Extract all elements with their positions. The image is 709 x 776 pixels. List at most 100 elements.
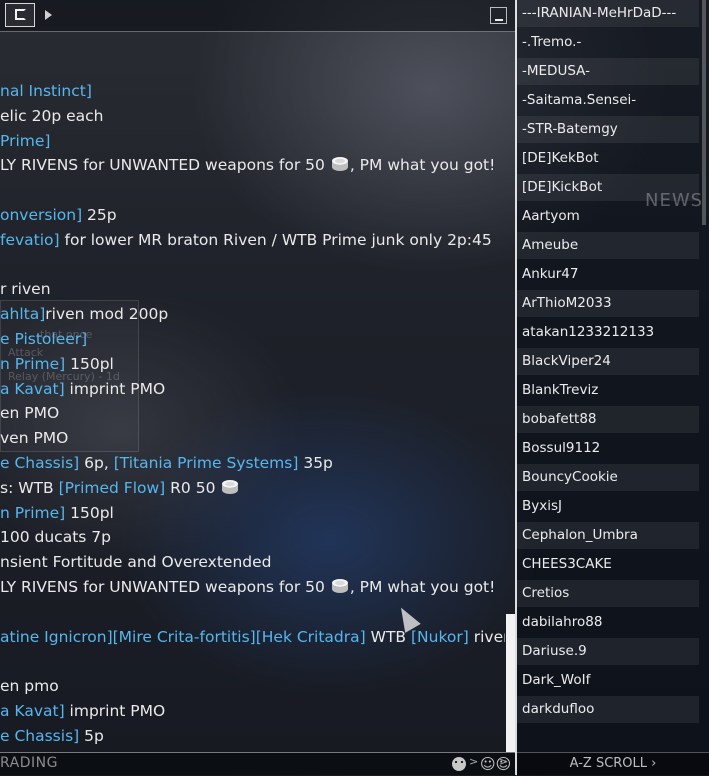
- user-list-item[interactable]: -.Tremo.-: [517, 29, 699, 56]
- minimize-button[interactable]: [490, 7, 507, 24]
- emoji-arrow-icon[interactable]: >: [469, 755, 478, 768]
- az-scroll-button[interactable]: A-Z SCROLL ›: [517, 752, 709, 776]
- user-list-item[interactable]: dabilahro88: [517, 609, 699, 636]
- user-list-item[interactable]: [DE]KickBot: [517, 174, 699, 201]
- user-list-item[interactable]: -Saitama.Sensei-: [517, 87, 699, 114]
- minimize-icon: [495, 19, 503, 21]
- message-text: imprint PMO: [64, 701, 166, 720]
- message-text: LY RIVENS for UNWANTED weapons for 50: [0, 577, 330, 596]
- message-text: en pmo: [0, 677, 59, 696]
- chat-message: LY RIVENS for UNWANTED weapons for 50 , …: [0, 575, 505, 600]
- chat-scrollbar[interactable]: [506, 614, 515, 752]
- pin-chat-button[interactable]: [5, 3, 35, 27]
- players-arrow-icon[interactable]: >: [499, 755, 508, 768]
- message-text: riven mod 200p: [45, 305, 169, 324]
- message-text: 25p: [82, 205, 117, 224]
- user-list-item[interactable]: bobafett88: [517, 406, 699, 433]
- item-link[interactable]: e Chassis]: [0, 727, 79, 745]
- user-list-panel: NEWS ---IRANIAN-MeHrDaD--- -.Tremo.- -MEDU…: [517, 0, 709, 776]
- item-link[interactable]: ahlta]: [0, 305, 45, 323]
- chat-message: [0, 178, 505, 203]
- chat-message: 100 ducats 7p: [0, 525, 505, 550]
- user-list-item[interactable]: darkdufloo: [517, 696, 699, 723]
- item-link[interactable]: [Nukor]: [411, 628, 469, 646]
- message-text: 150pl: [65, 503, 114, 522]
- chat-toolbar: [0, 0, 516, 32]
- user-list-item[interactable]: Ankur47: [517, 261, 699, 288]
- message-text: 5p: [79, 726, 104, 745]
- user-list-item[interactable]: ByxisJ: [517, 493, 699, 520]
- item-link[interactable]: e Pistoleer]: [0, 330, 87, 348]
- item-link[interactable]: n Prime]: [0, 355, 65, 373]
- user-list-item[interactable]: BouncyCookie: [517, 464, 699, 491]
- chat-message: atine Ignicron][Mire Crita-fortitis][Hek…: [0, 625, 505, 650]
- chat-message: onversion] 25p: [0, 203, 505, 228]
- user-list-item[interactable]: Cephalon_Umbra: [517, 522, 699, 549]
- message-text: , PM what you got!: [349, 156, 496, 175]
- item-link[interactable]: n Prime]: [0, 504, 65, 522]
- platinum-icon: [330, 577, 350, 595]
- user-list-item[interactable]: -STR-Batemgy: [517, 116, 699, 143]
- message-text: , PM what you got!: [349, 577, 496, 596]
- item-link[interactable]: [Primed Flow]: [59, 479, 166, 497]
- chat-message: e Chassis] 6p, [Titania Prime Systems] 3…: [0, 451, 505, 476]
- user-list-item[interactable]: Ameube: [517, 232, 699, 259]
- item-link[interactable]: onversion]: [0, 206, 82, 224]
- message-text: r riven: [0, 280, 51, 299]
- user-list-item[interactable]: [DE]KekBot: [517, 145, 699, 172]
- az-scroll-label: A-Z SCROLL: [569, 756, 648, 771]
- user-list-item[interactable]: atakan1233212133: [517, 319, 699, 346]
- user-list-item[interactable]: BlackViper24: [517, 348, 699, 375]
- chat-message: [0, 253, 505, 278]
- item-link[interactable]: a Kavat]: [0, 380, 65, 398]
- chat-message: LY RIVENS for UNWANTED weapons for 50 , …: [0, 153, 505, 178]
- user-list-scrollbar[interactable]: [702, 0, 706, 225]
- message-text: R0 50: [165, 478, 221, 497]
- chat-message: s: WTB [Primed Flow] R0 50: [0, 476, 505, 501]
- chat-message: Prime]: [0, 129, 505, 154]
- item-link[interactable]: a Kavat]: [0, 702, 65, 720]
- channel-tab-label[interactable]: RADING: [0, 755, 58, 771]
- message-text: elic 20p each: [0, 106, 104, 125]
- item-link[interactable]: Prime]: [0, 132, 50, 150]
- message-text: s: WTB: [0, 478, 59, 497]
- chat-message: nsient Fortitude and Overextended: [0, 550, 505, 575]
- message-text: 35p: [298, 453, 333, 472]
- pin-icon: [15, 9, 26, 20]
- chat-message: ven PMO: [0, 426, 505, 451]
- message-text: 6p,: [79, 453, 114, 472]
- emoji-icon[interactable]: [452, 757, 466, 771]
- user-list-item[interactable]: Dariuse.9: [517, 638, 699, 665]
- chat-message: en PMO: [0, 401, 505, 426]
- chat-message: e Pistoleer]: [0, 327, 505, 352]
- message-text: ven PMO: [0, 429, 69, 448]
- chat-message: en pmo: [0, 674, 505, 699]
- chat-message: a Kavat] imprint PMO: [0, 699, 505, 724]
- chat-message: n Prime] 150pl: [0, 352, 505, 377]
- item-link[interactable]: fevatio]: [0, 231, 60, 249]
- chat-message: fevatio] for lower MR braton Riven / WTB…: [0, 228, 505, 253]
- item-link[interactable]: atine Ignicron][Mire Crita-fortitis][Hek…: [0, 628, 366, 646]
- item-link[interactable]: nal Instinct]: [0, 82, 92, 100]
- expand-arrow-icon[interactable]: [45, 10, 52, 20]
- user-list-item[interactable]: Cretios: [517, 580, 699, 607]
- user-list-item[interactable]: ---IRANIAN-MeHrDaD---: [517, 0, 699, 27]
- chat-window: nal Instinct] elic 20p each Prime] LY RIVE…: [0, 0, 516, 776]
- user-list-item[interactable]: CHEES3CAKE: [517, 551, 699, 578]
- user-list-item[interactable]: Aartyom: [517, 203, 699, 230]
- chat-input-bar[interactable]: RADING > ☺☺ >: [0, 752, 516, 776]
- user-list-item[interactable]: BlankTreviz: [517, 377, 699, 404]
- item-link[interactable]: [Titania Prime Systems]: [114, 454, 299, 472]
- message-text: 150pl: [65, 354, 114, 373]
- item-link[interactable]: e Chassis]: [0, 454, 79, 472]
- message-text: 100 ducats 7p: [0, 528, 111, 547]
- user-list-item[interactable]: Bossul9112: [517, 435, 699, 462]
- message-text: for lower MR braton Riven / WTB Prime ju…: [59, 230, 492, 249]
- chat-message: ahlta]riven mod 200p: [0, 302, 505, 327]
- platinum-icon: [220, 478, 240, 496]
- user-list-item[interactable]: -MEDUSA-: [517, 58, 699, 85]
- chat-message: [0, 649, 505, 674]
- message-text: riven: [473, 627, 505, 646]
- user-list-item[interactable]: Dark_WoIf: [517, 667, 699, 694]
- user-list-item[interactable]: ArThioM2033: [517, 290, 699, 317]
